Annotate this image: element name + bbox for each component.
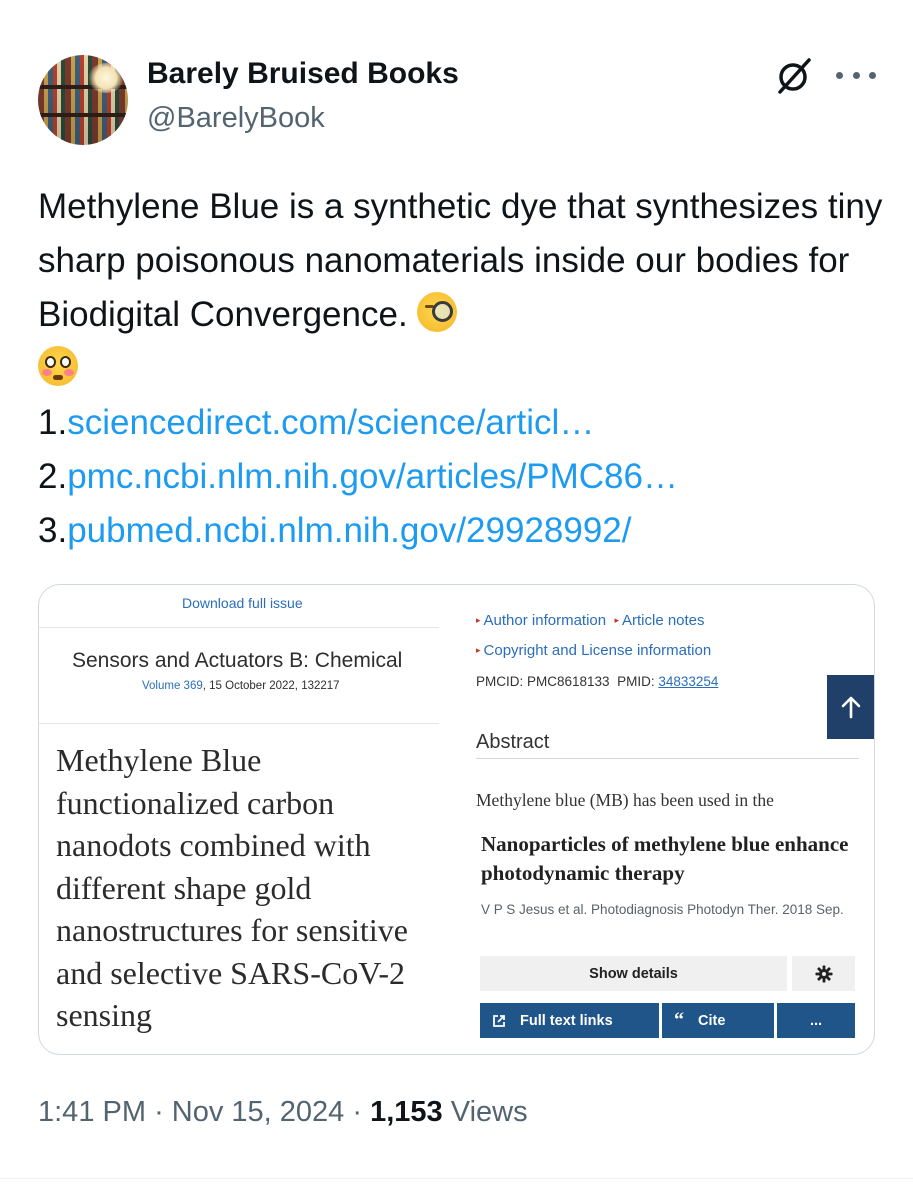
link-pmc[interactable]: pmc.ncbi.nlm.nih.gov/articles/PMC86…	[67, 457, 678, 496]
copyright-line: ▸ Copyright and License information	[476, 642, 712, 659]
display-name[interactable]: Barely Bruised Books	[147, 57, 459, 91]
show-details-button: Show details	[480, 956, 787, 991]
avatar[interactable]	[38, 55, 128, 145]
paper-title: Methylene Blue functionalized carbon nan…	[56, 742, 408, 1033]
link-line-3: 3.pubmed.ncbi.nlm.nih.gov/29928992/	[38, 511, 632, 550]
quote-icon: “	[674, 1009, 684, 1031]
divider	[0, 1178, 913, 1179]
more-icon[interactable]	[836, 72, 876, 84]
external-link-icon	[493, 1014, 505, 1027]
tweet-meta: 1:41 PM · Nov 15, 2024 · 1,153 Views	[38, 1096, 528, 1128]
views-label: Views	[450, 1096, 528, 1128]
link-line-2: 2.pmc.ncbi.nlm.nih.gov/articles/PMC86…	[38, 457, 678, 496]
abstract-snippet: Methylene blue (MB) has been used in the	[476, 790, 774, 810]
scroll-up-button	[827, 675, 874, 739]
tweet-body: Methylene Blue is a synthetic dye that s…	[38, 187, 883, 334]
divider	[39, 627, 439, 628]
user-handle[interactable]: @BarelyBook	[147, 102, 325, 135]
divider	[476, 758, 859, 759]
full-text-links-button: Full text links	[480, 1003, 659, 1038]
grok-icon[interactable]	[774, 56, 814, 96]
link-pubmed[interactable]: pubmed.ncbi.nlm.nih.gov/29928992/	[67, 511, 631, 550]
author-notes-line: ▸ Author information ▸ Article notes	[476, 612, 705, 629]
link-line-1: 1.sciencedirect.com/science/articl…	[38, 403, 595, 442]
abstract-heading: Abstract	[476, 731, 550, 753]
cite-button: “ Cite	[662, 1003, 774, 1038]
link-sciencedirect[interactable]: sciencedirect.com/science/articl…	[67, 403, 594, 442]
settings-button	[792, 956, 855, 991]
gear-icon	[815, 965, 832, 982]
flushed-face-icon	[38, 346, 78, 386]
attached-image[interactable]: Download full issue Sensors and Actuator…	[38, 584, 875, 1055]
journal-name: Sensors and Actuators B: Chemical	[72, 649, 403, 672]
volume-info: Volume 369, 15 October 2022, 132217	[142, 680, 340, 692]
face-with-monocle-icon	[417, 292, 458, 332]
download-full-issue-link: Download full issue	[182, 595, 303, 611]
more-actions-button: ...	[777, 1003, 855, 1038]
tweet-text: Methylene Blue is a synthetic dye that s…	[38, 180, 888, 558]
pubmed-citation: V P S Jesus et al. Photodiagnosis Photod…	[481, 902, 844, 917]
arrow-up-icon	[841, 696, 861, 719]
views-count: 1,153	[370, 1096, 443, 1128]
pubmed-title: Nanoparticles of methylene blue enhance …	[481, 832, 849, 885]
tweet-date[interactable]: Nov 15, 2024	[172, 1096, 345, 1128]
article-ids: PMCID: PMC8618133 PMID: 34833254	[476, 674, 719, 689]
tweet-time[interactable]: 1:41 PM	[38, 1096, 146, 1128]
divider	[39, 723, 439, 724]
